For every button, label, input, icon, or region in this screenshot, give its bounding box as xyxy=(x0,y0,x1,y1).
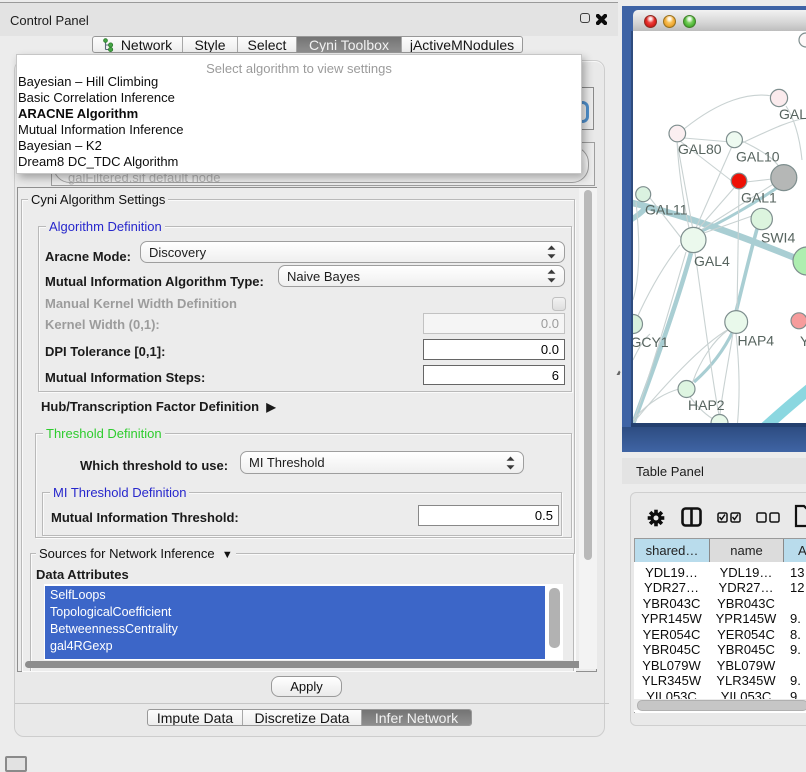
svg-text:SWI4: SWI4 xyxy=(761,230,795,246)
svg-text:GAL4: GAL4 xyxy=(694,253,730,269)
svg-text:GAL10: GAL10 xyxy=(736,149,780,165)
svg-text:GAL11: GAL11 xyxy=(645,202,688,218)
svg-text:GAL80: GAL80 xyxy=(678,141,722,157)
svg-text:GAL1: GAL1 xyxy=(741,190,777,206)
svg-text:GAL7: GAL7 xyxy=(779,106,806,122)
svg-text:GCY1: GCY1 xyxy=(633,334,669,350)
svg-text:HAP4: HAP4 xyxy=(738,333,775,349)
svg-text:Y: Y xyxy=(800,333,806,349)
svg-text:HAP2: HAP2 xyxy=(688,397,725,413)
